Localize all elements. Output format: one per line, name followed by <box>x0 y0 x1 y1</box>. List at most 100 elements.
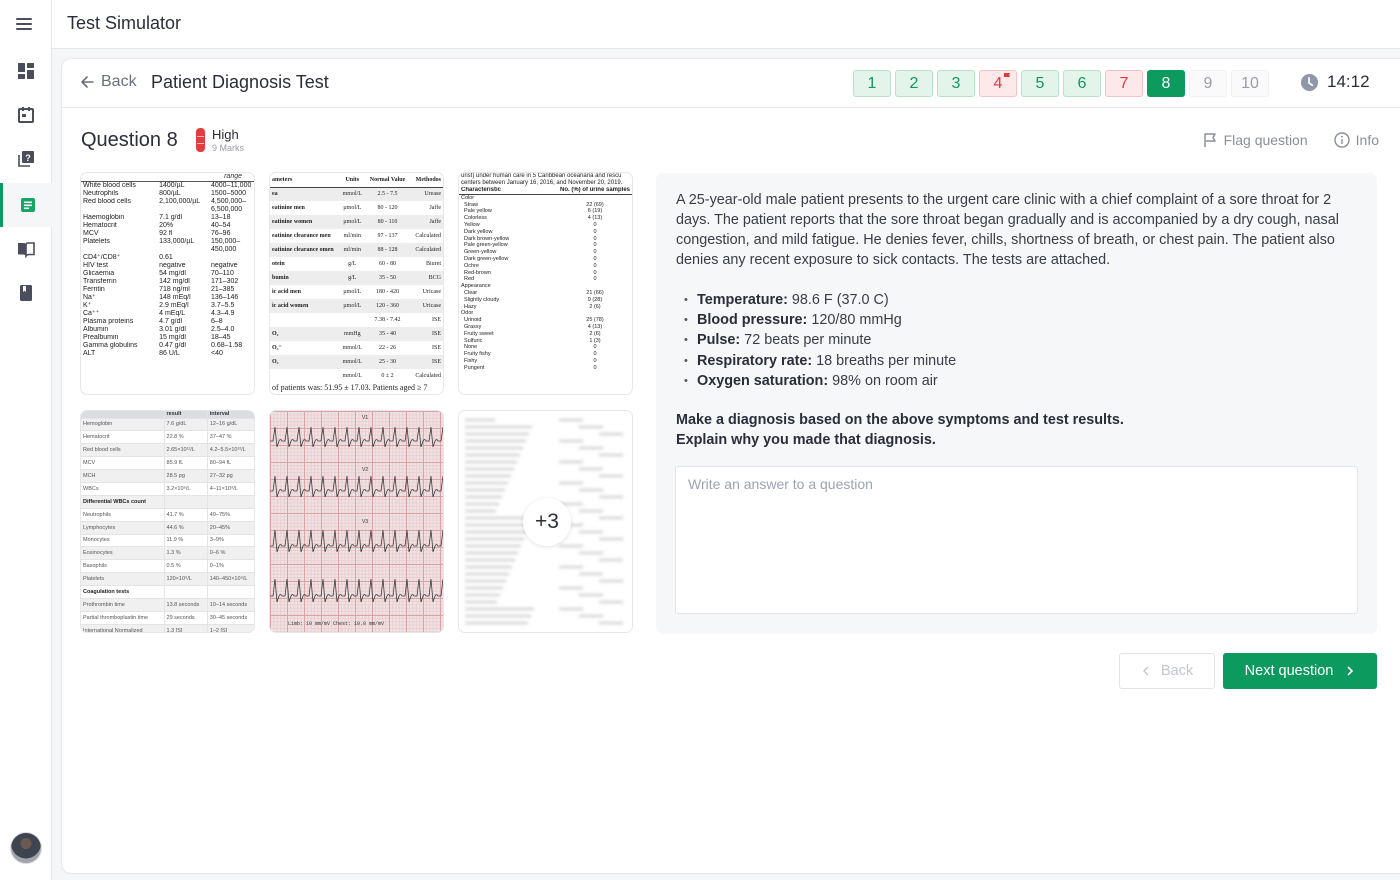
table-cell: Hemoglobin <box>81 418 165 431</box>
table-cell: 2,100,000/µL <box>159 198 201 205</box>
table-cell: Fruity fishy <box>464 351 491 358</box>
table-cell: Basophils <box>81 559 165 573</box>
marks-label: 9 Marks <box>212 143 245 153</box>
table-cell: 3–9% <box>209 537 224 544</box>
sidebar-item-bookmarks[interactable] <box>0 271 52 315</box>
table-cell: 12–16 g/dL <box>209 421 238 428</box>
vital-value: 98.6 F (37.0 C) <box>787 292 889 308</box>
vital-value: 18 breaths per minute <box>812 352 957 369</box>
question-pill-2[interactable]: 2 <box>895 70 933 97</box>
table-row: otein g/L 60 - 80 Biuret <box>270 257 443 271</box>
attachment-blood-count[interactable]: result interval Hemoglobin 7.6 g/dL 12–16 g/… <box>80 410 255 633</box>
chevron-left-icon <box>1142 666 1149 676</box>
lab4-table: result interval Hemoglobin 7.6 g/dL 12–16 g/… <box>81 411 254 632</box>
table-cell: 133,000/µL <box>159 238 195 245</box>
table-cell: 142 mg/dl <box>159 278 190 285</box>
table-cell: 18–45 <box>211 334 231 341</box>
answer-input[interactable] <box>675 466 1358 614</box>
next-question-button[interactable]: Next question <box>1223 653 1377 689</box>
vital-label: Pulse: <box>697 332 741 349</box>
table-cell <box>270 369 339 383</box>
calendar-icon <box>18 107 34 123</box>
table-cell: 120 - 360 <box>376 303 400 309</box>
table-cell: K⁺ <box>83 302 92 309</box>
dashboard-icon <box>18 63 34 79</box>
table-row: Hazy 2 (6) <box>459 304 632 311</box>
table-row: Prealbumin 15 mg/dl 18–45 <box>81 334 254 342</box>
table-cell: 35 - 50 <box>379 275 397 281</box>
question-number: 4 <box>993 74 1003 92</box>
next-label: Next question <box>1244 663 1334 679</box>
question-pill-9[interactable]: 9 <box>1189 70 1227 97</box>
attachment-ecg[interactable]: V1 V2 V3 Limb: 10 mm/mV Chest: 10.0 mm/mV <box>269 410 444 633</box>
back-link[interactable]: Back <box>79 73 137 91</box>
flag-question-button[interactable]: Flag question <box>1202 132 1308 148</box>
table-cell: 1500–5000 <box>211 190 247 197</box>
attachment-more[interactable]: +3 <box>458 410 633 633</box>
table-cell <box>157 206 209 214</box>
vital-label: Respiratory rate: <box>697 352 813 369</box>
sidebar-item-library[interactable] <box>0 227 52 271</box>
blurred-line <box>579 489 603 491</box>
table-row: Straw 22 (69) <box>459 202 632 209</box>
table-cell: 80–94 fL <box>209 460 232 467</box>
sidebar-item-calendar[interactable] <box>0 93 52 137</box>
table-cell: eatinine clearance omen <box>272 247 334 253</box>
question-pill-5[interactable]: 5 <box>1021 70 1059 97</box>
table-row: Yellow 0 <box>459 222 632 229</box>
table-row: Grassy 4 (13) <box>459 324 632 331</box>
user-avatar[interactable] <box>10 832 42 864</box>
question-pill-4[interactable]: 4 <box>979 70 1017 97</box>
question-pill-8[interactable]: 8 <box>1147 70 1185 97</box>
table-cell: negative <box>211 262 238 269</box>
table-cell: 0–1% <box>209 563 224 570</box>
vital-label: Blood pressure: <box>697 312 808 329</box>
blurred-line <box>465 482 508 484</box>
attachments-gallery: range White blood cells 1400/µL 4000–11,00… <box>80 172 634 634</box>
question-pill-7[interactable]: 7 <box>1105 70 1143 97</box>
question-pill-1[interactable]: 1 <box>853 70 891 97</box>
blurred-line <box>559 419 583 421</box>
sidebar-item-tests[interactable] <box>0 183 52 227</box>
table-cell: 0 <box>593 344 597 351</box>
table-cell: Fishy <box>464 357 478 364</box>
question-pill-6[interactable]: 6 <box>1063 70 1101 97</box>
ecg-calibration-label: Limb: 10 mm/mV Chest: 10.0 mm/mV <box>288 621 384 627</box>
attachment-lab-results-1[interactable]: range White blood cells 1400/µL 4000–11,00… <box>80 172 255 395</box>
sidebar-item-dashboard[interactable] <box>0 49 52 93</box>
table-cell: Grassy <box>464 323 482 330</box>
question-number: 1 <box>867 74 877 92</box>
sidebar-item-question-bank[interactable]: ? <box>0 137 52 181</box>
table-cell: Red blood cells <box>83 198 131 205</box>
table-cell: O₂ <box>272 359 279 365</box>
previous-question-button[interactable]: Back <box>1119 653 1215 689</box>
blurred-line <box>579 552 603 554</box>
caption-line: urist) under human care in 5 Caribbean o… <box>461 173 622 179</box>
question-pill-10[interactable]: 10 <box>1231 70 1269 97</box>
blurred-line <box>465 510 496 512</box>
table-cell: Dark yellow <box>464 228 493 235</box>
table-cell: White blood cells <box>83 182 136 189</box>
info-button[interactable]: Info <box>1333 132 1379 148</box>
question-pill-3[interactable]: 3 <box>937 70 975 97</box>
table-cell: 22 - 26 <box>379 345 397 351</box>
table-cell: 718 ng/ml <box>159 286 190 293</box>
vital-value: 98% on room air <box>828 372 938 389</box>
table-cell: 29 seconds <box>164 611 208 625</box>
table-cell: 11.9 % <box>164 534 208 547</box>
attachment-urinalysis[interactable]: urist) under human care in 5 Caribbean o… <box>458 172 633 395</box>
flag-question-label: Flag question <box>1223 132 1308 148</box>
vital-item: Pulse: 72 beats per minute <box>684 330 956 350</box>
table-cell: CD4⁺/CD8⁺ <box>83 254 121 261</box>
timer: 14:12 <box>1300 72 1370 92</box>
timer-value: 14:12 <box>1327 72 1370 91</box>
table-cell: Dark brown-yellow <box>464 235 510 242</box>
table-cell: 120×10⁹/L <box>164 572 208 586</box>
table-cell: Monocytes <box>81 534 165 547</box>
table-row: bumin g/L 35 - 50 BCG <box>270 271 443 285</box>
blurred-line <box>465 594 500 596</box>
attachment-lab-results-2[interactable]: ameters Units Normal Value Methodos ea mmol/L… <box>269 172 444 395</box>
table-cell: mmol/L <box>342 373 362 379</box>
header-cell: No. (%) of urine samples <box>557 187 632 195</box>
hamburger-menu-icon[interactable] <box>16 14 36 34</box>
